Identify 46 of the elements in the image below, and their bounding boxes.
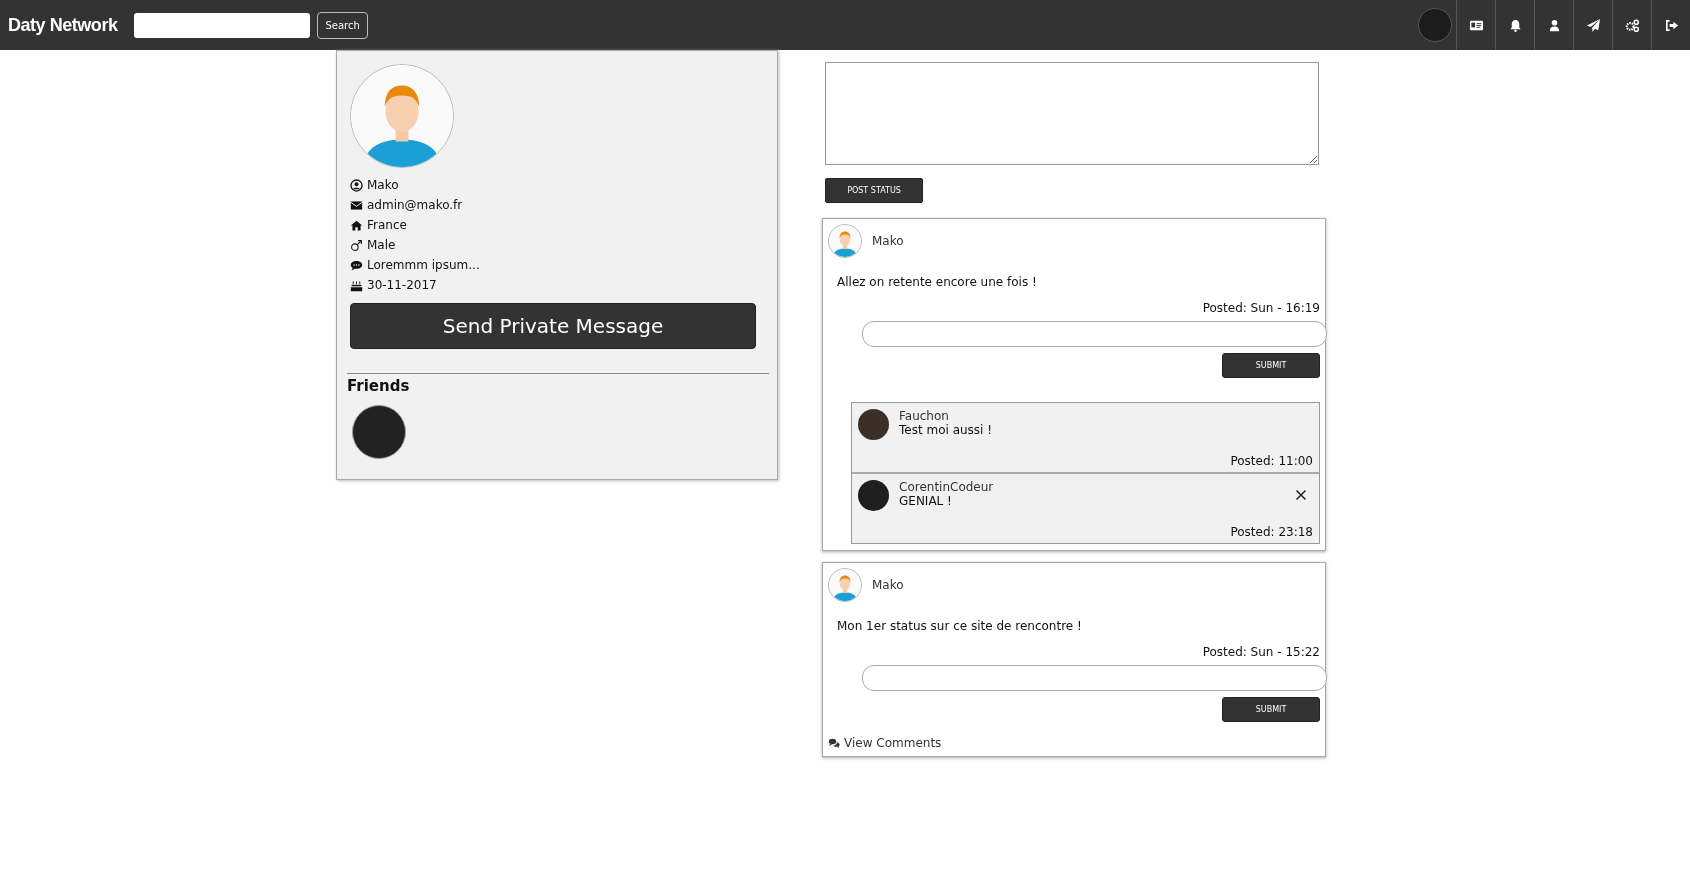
comment-date: Posted: 23:18 xyxy=(1229,525,1313,539)
close-icon[interactable] xyxy=(1295,489,1307,501)
cake-icon xyxy=(350,278,363,292)
search-button[interactable]: Search xyxy=(317,11,368,39)
commenter-name[interactable]: CorentinCodeur xyxy=(899,480,994,494)
status-text: Mon 1er status sur ce site de rencontre ! xyxy=(837,619,1083,633)
comment-field[interactable] xyxy=(862,665,1327,691)
comment-text: Test moi aussi ! xyxy=(899,423,993,437)
search-field[interactable] xyxy=(134,12,311,38)
friends-heading: Friends xyxy=(347,377,411,395)
comment-date: Posted: 11:00 xyxy=(1229,454,1313,468)
author-name[interactable]: Mako xyxy=(872,578,904,592)
site-logo[interactable]: Daty Network xyxy=(7,14,118,36)
paper-plane-icon[interactable] xyxy=(1585,17,1601,33)
comment-field[interactable] xyxy=(862,321,1327,347)
house-icon xyxy=(350,218,363,232)
commenter-avatar xyxy=(858,409,889,440)
profile-gender: Male xyxy=(367,238,396,252)
profile-username: Mako xyxy=(367,178,399,192)
envelope-icon xyxy=(350,198,363,212)
post-status-button[interactable]: POST STATUS xyxy=(825,178,923,203)
avatar-silhouette-icon xyxy=(828,568,862,602)
send-message-button[interactable]: Send Private Message xyxy=(350,303,756,349)
avatar-silhouette-icon xyxy=(828,224,862,258)
profile-bio: Loremmm ipsum... xyxy=(367,258,480,272)
author-name[interactable]: Mako xyxy=(872,234,904,248)
status-text: Allez on retente encore une fois ! xyxy=(837,275,1038,289)
gears-icon[interactable] xyxy=(1624,17,1640,33)
commenter-avatar xyxy=(858,480,889,511)
profile-birthday: 30-11-2017 xyxy=(367,278,437,292)
submit-button[interactable]: SUBMIT xyxy=(1222,697,1320,722)
male-symbol-icon xyxy=(350,238,363,252)
post-date: Posted: Sun - 16:19 xyxy=(1201,301,1320,315)
comment-text: GENIAL ! xyxy=(899,494,953,508)
profile-email: admin@mako.fr xyxy=(367,198,463,212)
speech-bubble-icon xyxy=(350,258,363,272)
person-circle-icon xyxy=(350,178,363,192)
sign-out-icon[interactable] xyxy=(1663,17,1679,33)
commenter-name[interactable]: Fauchon xyxy=(899,409,993,423)
view-comments-link[interactable]: View Comments xyxy=(844,736,942,750)
profile-home: France xyxy=(367,218,407,232)
post-date: Posted: Sun - 15:22 xyxy=(1201,645,1320,659)
status-input[interactable] xyxy=(825,62,1319,165)
submit-button[interactable]: SUBMIT xyxy=(1222,353,1320,378)
chat-bubbles-icon xyxy=(828,737,840,749)
friend-avatar[interactable] xyxy=(352,405,406,459)
